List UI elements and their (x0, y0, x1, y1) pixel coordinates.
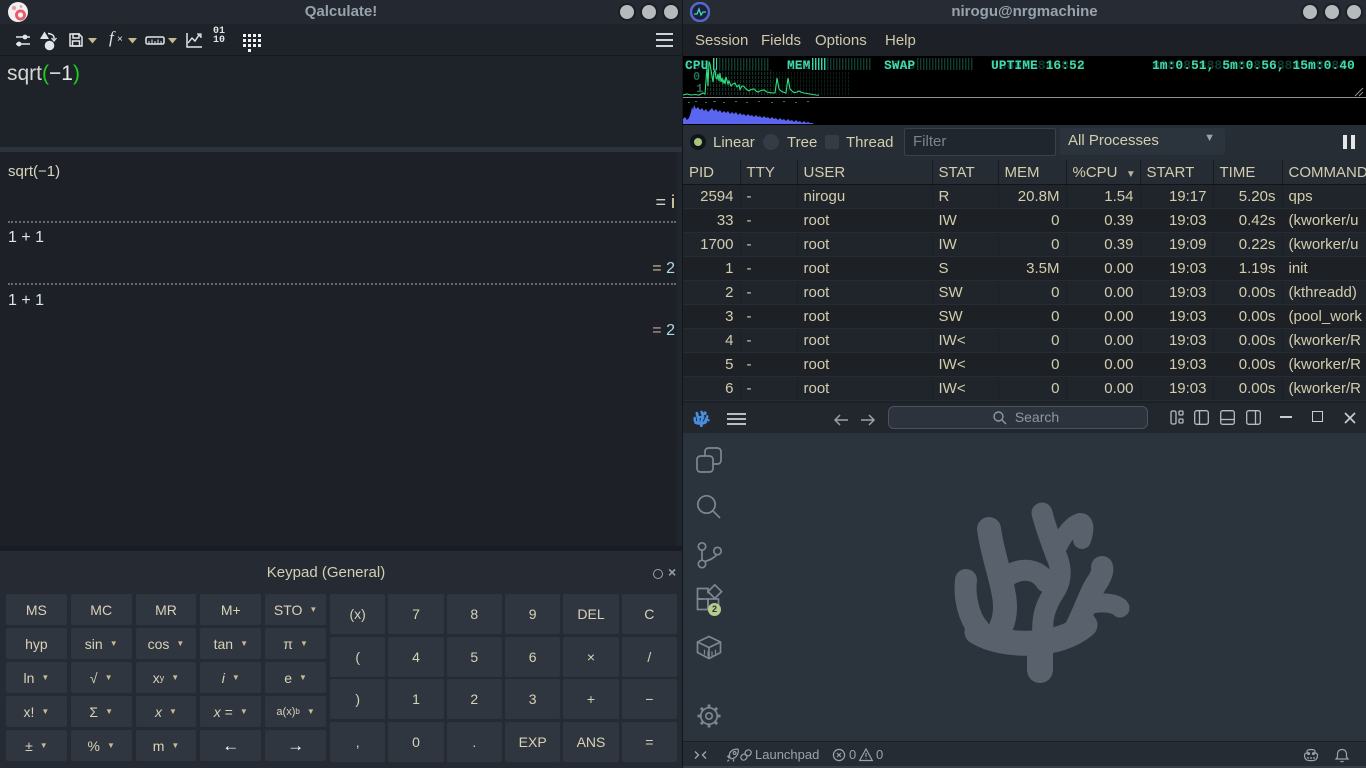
svg-text:MEM: MEM (787, 58, 811, 73)
svg-text:1m:0.51, 5m:0.56, 15m:0.40: 1m:0.51, 5m:0.56, 15m:0.40 (1152, 58, 1355, 73)
svg-text:UPTIME 16:52: UPTIME 16:52 (991, 58, 1085, 73)
svg-text:SWAP: SWAP (884, 58, 915, 73)
